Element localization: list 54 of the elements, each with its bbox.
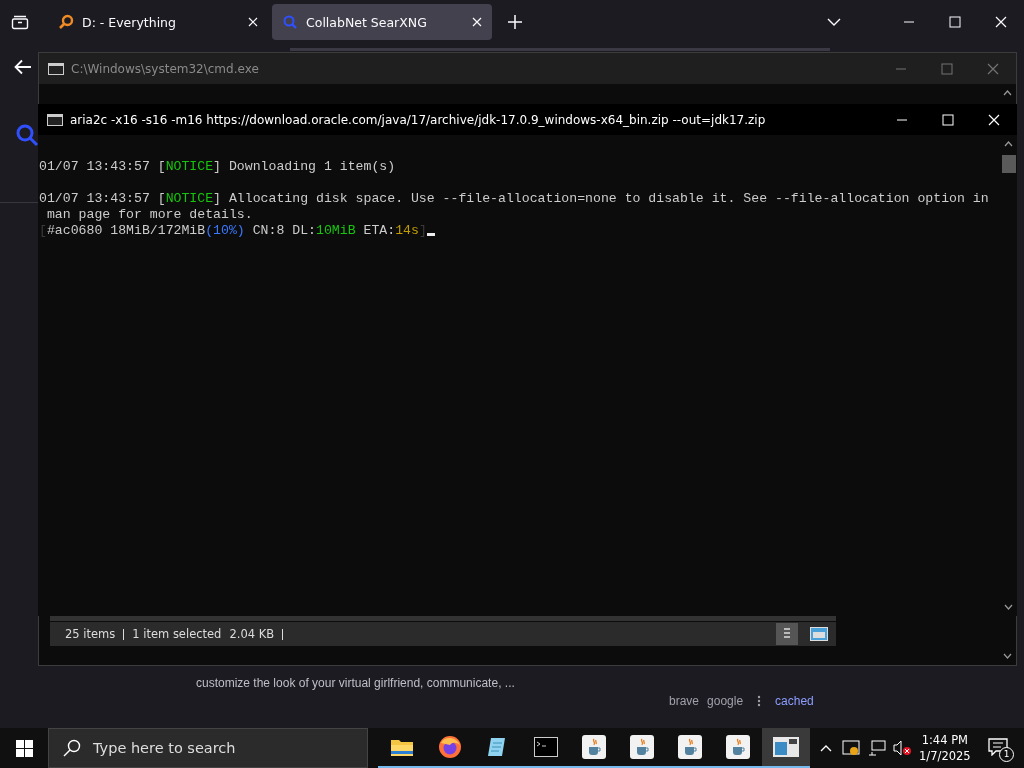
terminal-icon bbox=[534, 737, 558, 757]
network-icon[interactable] bbox=[868, 740, 886, 756]
browser-tab[interactable]: CollabNet SearXNG bbox=[272, 4, 492, 40]
engine-label: google bbox=[707, 694, 744, 708]
scroll-up-icon[interactable] bbox=[1004, 141, 1013, 147]
back-arrow-icon[interactable] bbox=[14, 59, 32, 75]
muted-speaker-icon[interactable] bbox=[893, 740, 911, 756]
notification-button[interactable]: 1 bbox=[988, 738, 1010, 758]
console-line: 01/07 13:43:57 [NOTICE] Allocating disk space. Use --file-allocation=none to disable it. See --file-allocation option in bbox=[39, 191, 989, 206]
tab-overview-icon[interactable] bbox=[11, 14, 29, 30]
taskbar-app[interactable] bbox=[762, 728, 810, 768]
clock-date[interactable]: 1/7/2025 bbox=[919, 748, 971, 764]
app-window-icon bbox=[773, 737, 799, 757]
console-line: man page for more details. bbox=[45, 207, 253, 222]
speech-bubble-icon bbox=[988, 738, 1008, 756]
console-window-icon bbox=[47, 113, 63, 126]
tiles-view-icon[interactable] bbox=[810, 627, 828, 641]
fox-globe-icon bbox=[438, 735, 462, 759]
scroll-down-icon[interactable] bbox=[1003, 653, 1012, 659]
browser-tab[interactable]: D: - Everything bbox=[48, 4, 268, 40]
console-line: 01/07 13:43:57 [NOTICE] Downloading 1 item(s) bbox=[39, 159, 396, 174]
scroll-up-icon[interactable] bbox=[1003, 90, 1012, 96]
taskbar-search-field[interactable]: Type here to search bbox=[48, 728, 368, 768]
scrollbar-thumb[interactable] bbox=[1001, 155, 1016, 173]
update-icon[interactable] bbox=[842, 740, 860, 756]
new-tab-icon[interactable] bbox=[508, 15, 522, 29]
chevron-down-icon[interactable] bbox=[827, 18, 841, 26]
cached-link[interactable]: cached bbox=[775, 694, 814, 708]
console-window-icon bbox=[48, 62, 64, 75]
windows-logo-icon[interactable] bbox=[16, 739, 33, 757]
magnifier-icon bbox=[282, 14, 298, 30]
scroll-down-icon[interactable] bbox=[1004, 604, 1013, 610]
search-icon[interactable] bbox=[15, 123, 39, 147]
magnifier-icon bbox=[58, 14, 74, 30]
engine-label: brave bbox=[669, 694, 700, 708]
file-size: 2.04 KB bbox=[229, 627, 275, 641]
more-options-icon[interactable] bbox=[757, 695, 762, 707]
window-title: C:\Windows\system32\cmd.exe bbox=[71, 61, 259, 76]
details-view-icon[interactable] bbox=[776, 623, 798, 645]
window-title: aria2c -x16 -s16 -m16 https://download.oracle.com/java/17/archive/jdk-17.0.9_windows-x64_bin.zip --out=jdk17.zip bbox=[70, 112, 766, 127]
coffee-cup-icon bbox=[678, 735, 702, 759]
notification-count: 1 bbox=[999, 747, 1014, 762]
coffee-cup-icon bbox=[726, 735, 750, 759]
coffee-cup-icon bbox=[582, 735, 606, 759]
folder-icon bbox=[390, 737, 414, 757]
result-snippet: customize the look of your virtual girlfriend, communicate, ... bbox=[196, 676, 515, 690]
coffee-cup-icon bbox=[630, 735, 654, 759]
console-line: [#ac0680 18MiB/172MiB(10%) CN:8 DL:10MiB ETA:14s] bbox=[39, 223, 427, 238]
item-count: 25 items bbox=[65, 627, 116, 641]
chevron-up-icon[interactable] bbox=[820, 744, 832, 752]
clock-time[interactable]: 1:44 PM bbox=[921, 732, 968, 748]
search-placeholder: Type here to search bbox=[93, 740, 236, 756]
search-icon bbox=[63, 739, 81, 757]
selection-info: 1 item selected bbox=[132, 627, 222, 641]
